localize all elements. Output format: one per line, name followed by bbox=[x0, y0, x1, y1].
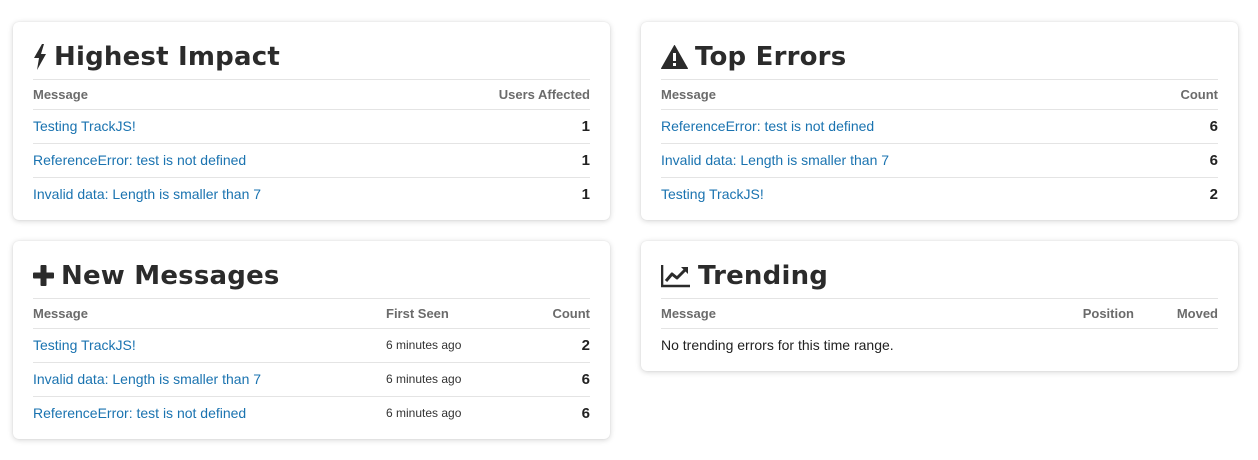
users-affected-value: 1 bbox=[430, 109, 590, 144]
trending-title: Trending bbox=[698, 260, 829, 291]
column-header-message[interactable]: Message bbox=[661, 80, 1140, 110]
column-header-message[interactable]: Message bbox=[661, 299, 1044, 329]
column-header-users-affected[interactable]: Users Affected bbox=[430, 80, 590, 110]
table-row: Invalid data: Length is smaller than 7 6 bbox=[661, 143, 1218, 178]
count-value: 2 bbox=[522, 328, 590, 363]
table-row: ReferenceError: test is not defined 1 bbox=[33, 143, 590, 178]
error-message-link[interactable]: Testing TrackJS! bbox=[33, 337, 136, 353]
column-header-count[interactable]: Count bbox=[1139, 80, 1218, 110]
first-seen-value: 6 minutes ago bbox=[386, 406, 462, 421]
empty-row: No trending errors for this time range. bbox=[661, 328, 1218, 362]
line-chart-icon bbox=[661, 264, 691, 288]
error-message-link[interactable]: Testing TrackJS! bbox=[661, 186, 764, 202]
error-message-link[interactable]: ReferenceError: test is not defined bbox=[33, 405, 246, 421]
error-message-link[interactable]: ReferenceError: test is not defined bbox=[33, 152, 246, 168]
column-header-first-seen[interactable]: First Seen bbox=[386, 299, 523, 329]
top-errors-table: Message Count ReferenceError: test is no… bbox=[661, 80, 1218, 211]
highest-impact-table: Message Users Affected Testing TrackJS! … bbox=[33, 80, 590, 211]
trending-table: Message Position Moved No trending error… bbox=[661, 299, 1218, 362]
top-errors-header: Top Errors bbox=[661, 40, 1218, 80]
table-row: Testing TrackJS! 1 bbox=[33, 109, 590, 144]
error-message-link[interactable]: ReferenceError: test is not defined bbox=[661, 118, 874, 134]
plus-icon bbox=[33, 265, 54, 286]
count-value: 6 bbox=[1139, 143, 1218, 178]
count-value: 6 bbox=[522, 362, 590, 397]
new-messages-table: Message First Seen Count Testing TrackJS… bbox=[33, 299, 590, 430]
column-header-position[interactable]: Position bbox=[1044, 299, 1134, 329]
new-messages-card: New Messages Message First Seen Count Te… bbox=[13, 241, 610, 439]
table-row: ReferenceError: test is not defined 6 bbox=[661, 109, 1218, 144]
table-row: Invalid data: Length is smaller than 7 6… bbox=[33, 362, 590, 397]
bolt-icon bbox=[33, 43, 47, 70]
highest-impact-card: Highest Impact Message Users Affected Te… bbox=[13, 22, 610, 220]
column-header-message[interactable]: Message bbox=[33, 80, 431, 110]
warning-icon bbox=[661, 44, 688, 69]
users-affected-value: 1 bbox=[430, 143, 590, 178]
error-message-link[interactable]: Invalid data: Length is smaller than 7 bbox=[33, 371, 261, 387]
trending-header: Trending bbox=[661, 259, 1218, 299]
count-value: 6 bbox=[581, 404, 590, 422]
top-errors-card: Top Errors Message Count ReferenceError:… bbox=[641, 22, 1238, 220]
users-affected-value: 1 bbox=[581, 185, 590, 203]
count-value: 2 bbox=[1209, 185, 1218, 203]
column-header-message[interactable]: Message bbox=[33, 299, 386, 329]
highest-impact-header: Highest Impact bbox=[33, 40, 590, 80]
error-message-link[interactable]: Invalid data: Length is smaller than 7 bbox=[661, 152, 889, 168]
error-message-link[interactable]: Testing TrackJS! bbox=[33, 118, 136, 134]
top-errors-title: Top Errors bbox=[695, 41, 847, 72]
table-row: ReferenceError: test is not defined 6 mi… bbox=[33, 396, 590, 430]
trending-card: Trending Message Position Moved No trend… bbox=[641, 241, 1238, 371]
new-messages-header: New Messages bbox=[33, 259, 590, 299]
new-messages-title: New Messages bbox=[61, 260, 280, 291]
column-header-count[interactable]: Count bbox=[522, 299, 590, 329]
table-row: Invalid data: Length is smaller than 7 1 bbox=[33, 177, 590, 211]
table-row: Testing TrackJS! 6 minutes ago 2 bbox=[33, 328, 590, 363]
column-header-moved[interactable]: Moved bbox=[1134, 299, 1218, 329]
empty-state-text: No trending errors for this time range. bbox=[661, 337, 894, 354]
count-value: 6 bbox=[1139, 109, 1218, 144]
first-seen-value: 6 minutes ago bbox=[386, 328, 523, 363]
table-row: Testing TrackJS! 2 bbox=[661, 177, 1218, 211]
first-seen-value: 6 minutes ago bbox=[386, 362, 523, 397]
highest-impact-title: Highest Impact bbox=[54, 41, 280, 72]
error-message-link[interactable]: Invalid data: Length is smaller than 7 bbox=[33, 186, 261, 202]
